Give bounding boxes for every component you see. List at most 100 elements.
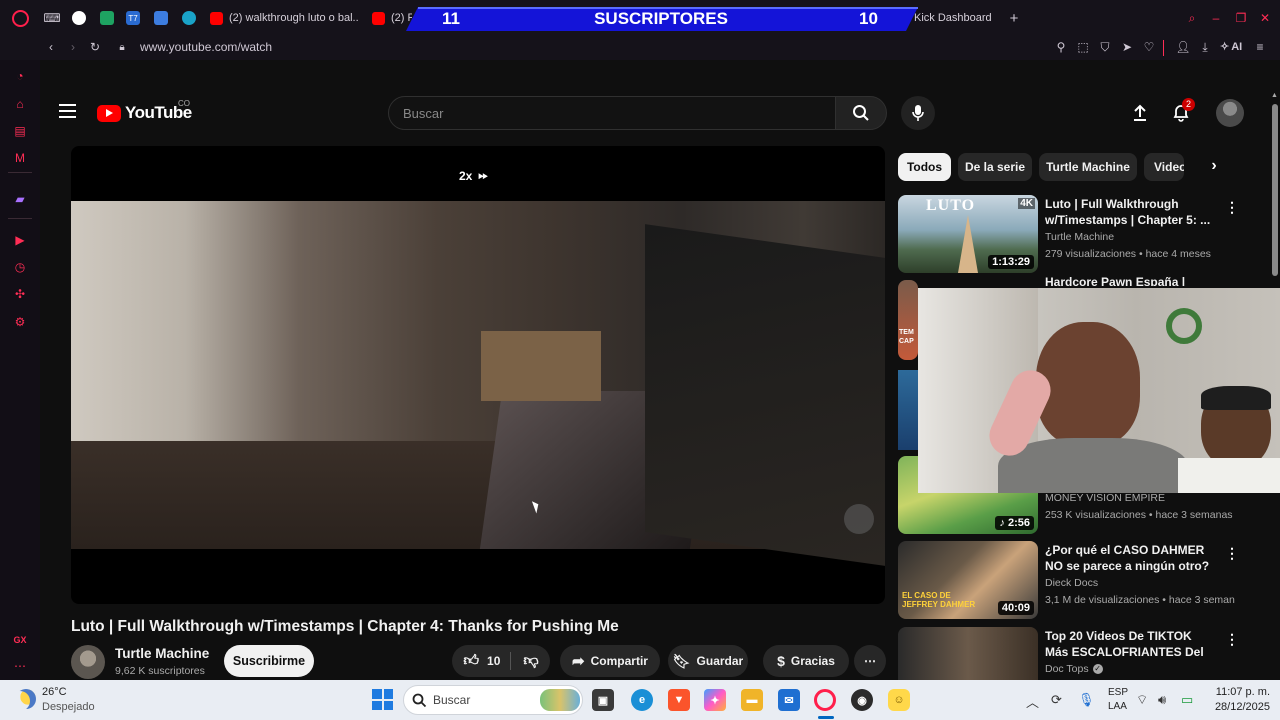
channel-name[interactable]: Turtle Machine [115,646,209,661]
start-button[interactable] [372,689,393,710]
shield-icon[interactable]: ⛉ [1098,40,1112,54]
scroll-up-icon[interactable]: ▲ [1271,92,1278,99]
microphone-icon [912,105,924,121]
reload-icon[interactable]: ↻ [88,40,102,54]
maximize-icon[interactable]: ❐ [1233,10,1249,26]
list-item[interactable]: LUTO 4K 1:13:29 Luto | Full Walkthrough … [898,195,1268,275]
microphone-tray-icon[interactable]: 🎙︎ [1078,692,1095,708]
voice-search-button[interactable] [901,96,935,130]
weather-moon-icon[interactable] [16,689,36,709]
history-icon[interactable]: ◷ [12,259,28,275]
gamepad-icon[interactable]: ⌨ [43,11,60,25]
copilot-icon[interactable]: ✦ [704,689,726,711]
windows-logo-tile [383,700,393,710]
obs-icon[interactable]: ◉ [851,689,873,711]
language-indicator[interactable]: ESP [1108,687,1128,698]
sheets-icon[interactable] [100,11,114,25]
file-explorer-icon[interactable]: ▬ [741,689,763,711]
taskbar-search-input[interactable]: Buscar [403,685,583,715]
dislike-button[interactable]: 👎︎ [517,652,538,670]
like-button[interactable]: 👍︎ 10 [463,652,512,670]
address-bar-row: ‹ › ↻ 🔒︎ www.youtube.com/watch ⚲ ⬚ ⛉ ➤ ♡… [0,36,1280,60]
tab-kick-dashboard[interactable]: Kick Dashboard [914,8,1006,28]
gx-control-icon[interactable]: ◔ [12,68,28,84]
chips-next-button[interactable]: › [1204,156,1224,176]
more-vertical-icon[interactable]: ⋮ [1225,631,1239,648]
emoji-app-icon[interactable]: ☺ [888,689,910,711]
channel-avatar[interactable] [71,645,105,679]
more-vertical-icon[interactable]: ⋮ [1225,199,1239,216]
weather-temperature[interactable]: 26°C [42,686,67,698]
pinned-tab-icon[interactable] [72,11,86,25]
gx-corner-icon[interactable]: ⌂ [12,96,28,112]
share-button[interactable]: ➦ Compartir [560,645,660,677]
more-vertical-icon[interactable]: ⋮ [1225,545,1239,562]
pin-icon[interactable]: ⚲ [1054,40,1068,54]
search-button[interactable] [835,96,887,130]
webcam-overlay [918,288,1280,493]
subscribe-button[interactable]: Suscribirme [224,645,314,677]
video-player[interactable]: 2x ⏩︎ [71,146,885,604]
edge-icon[interactable]: e [631,689,653,711]
speed-label: 2x [459,168,473,183]
twitch-icon[interactable]: ▰ [12,191,28,207]
opera-gx-logo-icon[interactable] [12,10,29,27]
recommendation-meta: 3,1 M de visualizaciones • hace 3 seman.… [1045,594,1235,606]
show-hidden-icons[interactable]: ︿ [1026,692,1039,711]
pinned-tab-c-icon[interactable] [182,11,196,25]
player-icon[interactable]: ▶ [12,232,28,248]
notifications-button[interactable]: 2 [1171,98,1195,123]
profile-icon[interactable]: 👤︎ [1175,40,1190,54]
avatar[interactable] [1216,99,1244,127]
list-item[interactable]: EL CASO DE JEFFREY DAHMER 40:09 ¿Por qué… [898,541,1268,621]
search-input[interactable]: Buscar [388,96,836,130]
pinned-tab-m-icon[interactable] [154,11,168,25]
gmail-icon[interactable]: M [12,150,28,166]
extensions-icon[interactable]: ✣ [12,286,28,302]
chip-de-la-serie[interactable]: De la serie [958,153,1032,181]
back-icon[interactable]: ‹ [44,40,58,54]
overlay-title: SUSCRIPTORES [594,9,728,28]
new-tab-icon[interactable]: + [1006,10,1022,27]
clock-time[interactable]: 11:07 p. m. [1212,686,1270,698]
sidebar-more-icon[interactable]: ⋯ [12,658,28,674]
hamburger-menu-icon[interactable] [59,103,76,118]
aria-ai-button[interactable]: ✧ AI [1220,40,1242,54]
url-field[interactable]: www.youtube.com/watch [140,40,272,54]
thanks-button[interactable]: $ Gracias [763,645,849,677]
scrollbar-thumb[interactable] [1272,104,1278,276]
more-actions-button[interactable]: ⋯ [854,645,886,677]
download-icon[interactable]: ⤓ [1198,40,1212,54]
upload-button[interactable] [1130,103,1150,123]
youtube-page: YouTube CO Buscar 2 2x ⏩︎ Luto | Full Wal… [40,90,1280,680]
chip-turtle-machine[interactable]: Turtle Machine [1039,153,1137,181]
wifi-icon[interactable]: ⌔ [1136,692,1148,708]
chip-todos[interactable]: Todos [898,153,951,181]
opera-gx-taskbar-icon[interactable] [814,689,836,711]
battery-icon[interactable]: ▭ [1181,692,1193,708]
list-item[interactable]: Top 20 Videos De TIKTOK Más ESCALOFRIANT… [898,627,1268,680]
forward-icon[interactable]: › [66,40,80,54]
chip-videojuegos[interactable]: Videoj [1144,153,1184,181]
search-tabs-icon[interactable]: ⌕ [1184,10,1200,26]
tab-youtube-walkthrough[interactable]: (2) walkthrough luto o bal... [210,8,358,28]
task-view-icon[interactable]: ▣ [592,689,614,711]
volume-icon[interactable]: 🔊︎ [1158,692,1166,708]
video-thumbnail[interactable] [898,370,918,450]
close-window-icon[interactable]: ✕ [1257,10,1273,26]
pinned-tab-blue-icon[interactable]: T7 [126,11,140,25]
brave-icon[interactable]: ▼ [668,689,690,711]
send-icon[interactable]: ➤ [1120,40,1134,54]
snapshot-icon[interactable]: ⬚ [1076,40,1090,54]
sync-icon[interactable]: ⟳ [1051,692,1062,708]
outlook-icon[interactable]: ✉ [778,689,800,711]
overlay-left-count: 11 [442,9,460,28]
gx-cleaner-icon[interactable]: ▤ [12,123,28,139]
menu-icon[interactable]: ≡ [1253,40,1267,54]
heart-icon[interactable]: ♡ [1142,40,1156,54]
recommendation-channel-row: Doc Tops ✓ [1045,663,1103,675]
settings-icon[interactable]: ⚙ [12,314,28,330]
recommendation-meta: 279 visualizaciones • hace 4 meses [1045,248,1211,260]
save-button[interactable]: 🔖︎ Guardar [668,645,748,677]
minimize-icon[interactable]: – [1208,10,1224,26]
